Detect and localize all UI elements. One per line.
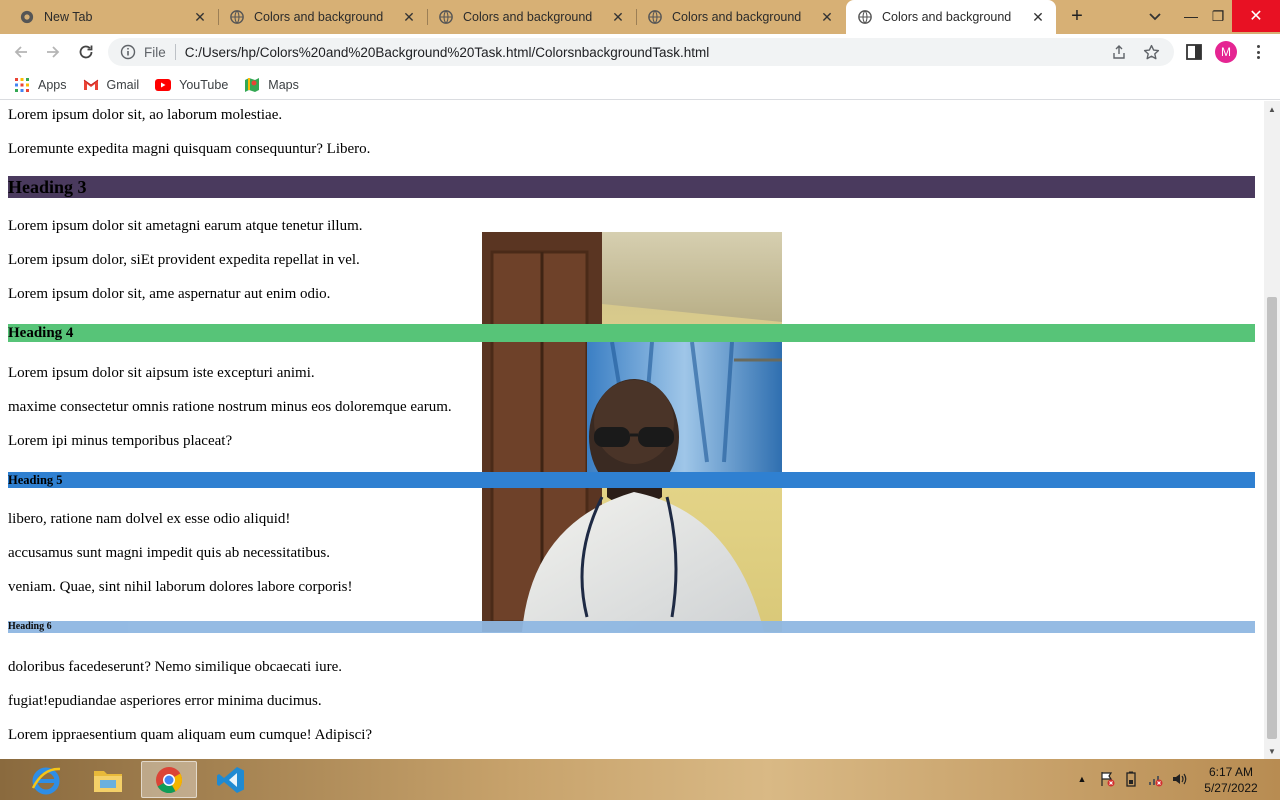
paragraph: fugiat!epudiandae asperiores error minim… [8,693,322,709]
bookmark-maps[interactable]: Maps [244,77,299,93]
page-viewport: Lorem ipsum dolor sit, ao laborum molest… [0,101,1264,759]
paragraph: libero, ratione nam dolvel ex esse odio … [8,511,291,527]
tab-title: New Tab [44,10,93,24]
profile-avatar[interactable]: M [1215,41,1237,63]
side-panel-icon[interactable] [1184,42,1204,62]
windows-taskbar: ▲ 6:17 AM 5/27/2022 [0,759,1280,800]
apps-grid-icon [14,77,30,93]
chrome-logo-icon [20,10,34,24]
close-tab-icon[interactable]: ✕ [401,9,417,25]
browser-toolbar: File C:/Users/hp/Colors%20and%20Backgrou… [0,34,1280,70]
close-tab-icon[interactable]: ✕ [610,9,626,25]
tab-title: Colors and background [463,10,593,24]
clock-time: 6:17 AM [1208,765,1254,779]
share-icon[interactable] [1110,43,1128,61]
tab-colors-1[interactable]: Colors and background ✕ [218,0,427,34]
network-disconnected-icon[interactable] [1146,769,1164,789]
paragraph: Lorem ipsum dolor sit, ao laborum molest… [8,107,283,123]
bookmark-label: Maps [268,77,299,92]
paragraph: Lorem ipi minus temporibus placeat? [8,433,233,449]
scroll-up-icon[interactable]: ▲ [1264,101,1280,117]
tab-colors-active[interactable]: Colors and background ✕ [846,0,1056,34]
heading-3: Heading 3 [8,176,1255,198]
scroll-down-icon[interactable]: ▼ [1264,743,1280,759]
vscode-icon[interactable] [203,761,259,798]
new-tab-button[interactable]: + [1066,5,1088,27]
tab-colors-3[interactable]: Colors and background ✕ [636,0,845,34]
close-tab-icon[interactable]: ✕ [192,9,208,25]
tab-new-tab[interactable]: New Tab ✕ [0,0,218,34]
paragraph: doloribus facedeserunt? Nemo similique o… [8,659,343,675]
youtube-icon [155,77,172,93]
tab-title: Colors and background [254,10,384,24]
tab-title: Colors and background [672,10,802,24]
url-text[interactable]: C:/Users/hp/Colors%20and%20Background%20… [185,45,1110,60]
more-menu-icon[interactable] [1250,42,1266,62]
internet-explorer-icon[interactable] [18,761,74,798]
taskbar-clock[interactable]: 6:17 AM 5/27/2022 [1196,764,1266,796]
power-battery-icon[interactable] [1122,769,1140,789]
vertical-scrollbar[interactable]: ▲ ▼ [1264,101,1280,759]
paragraph: maxime consectetur omnis ratione nostrum… [8,399,452,415]
chrome-icon[interactable] [141,761,197,798]
minimize-icon[interactable]: — [1176,0,1206,32]
bookmark-star-icon[interactable] [1142,43,1160,61]
globe-icon [439,10,453,24]
reload-icon[interactable] [75,41,97,63]
close-tab-icon[interactable]: ✕ [819,9,835,25]
bookmark-youtube[interactable]: YouTube [155,77,228,93]
heading-6: Heading 6 [8,621,1255,633]
paragraph: Lorem ipsum dolor sit, ame aspernatur au… [8,286,331,302]
maps-icon [244,77,260,93]
bookmark-label: Apps [38,77,67,92]
tab-title: Colors and background [882,10,1012,24]
paragraph: Lorem ipsum dolor sit ametagni earum atq… [8,218,363,234]
back-icon[interactable] [10,41,32,63]
tab-colors-2[interactable]: Colors and background ✕ [427,0,636,34]
action-center-flag-icon[interactable] [1098,769,1116,789]
scrollbar-thumb[interactable] [1267,297,1277,739]
bookmark-apps[interactable]: Apps [14,77,67,93]
paragraph: accusamus sunt magni impedit quis ab nec… [8,545,331,561]
forward-icon[interactable] [42,41,64,63]
clock-date: 5/27/2022 [1204,781,1258,795]
globe-icon [858,10,872,24]
bookmark-gmail[interactable]: Gmail [83,77,140,93]
portrait-image [482,232,782,632]
gmail-icon [83,77,99,93]
tab-search-chevron-icon[interactable] [1146,7,1164,25]
file-explorer-icon[interactable] [80,761,136,798]
address-bar[interactable]: File C:/Users/hp/Colors%20and%20Backgrou… [108,38,1174,66]
tray-overflow-icon[interactable]: ▲ [1076,769,1088,789]
speaker-volume-icon[interactable] [1170,769,1188,789]
paragraph: Lorem ipsum dolor, siEt provident expedi… [8,252,360,268]
tab-strip: New Tab ✕ Colors and background ✕ Colors… [0,0,1280,34]
heading-4: Heading 4 [8,324,1255,342]
url-scheme: File [144,44,166,60]
globe-icon [230,10,244,24]
bookmark-label: YouTube [179,77,229,92]
close-window-icon[interactable]: ✕ [1232,0,1280,32]
heading-5: Heading 5 [8,472,1255,488]
paragraph: Lorem ippraesentium quam aliquam eum cum… [8,727,373,743]
globe-icon [648,10,662,24]
bookmark-label: Gmail [106,77,140,92]
portrait-photo [482,232,782,632]
paragraph: Lorem ipsum dolor sit aipsum iste except… [8,365,315,381]
omnibox-divider [174,44,176,60]
bookmarks-bar: Apps Gmail YouTube Maps [0,70,1280,100]
restore-icon[interactable]: ❐ [1203,0,1233,32]
info-icon[interactable] [120,44,136,60]
paragraph: Loremunte expedita magni quisquam conseq… [8,141,371,157]
paragraph: veniam. Quae, sint nihil laborum dolores… [8,579,353,595]
close-tab-icon[interactable]: ✕ [1030,9,1046,25]
